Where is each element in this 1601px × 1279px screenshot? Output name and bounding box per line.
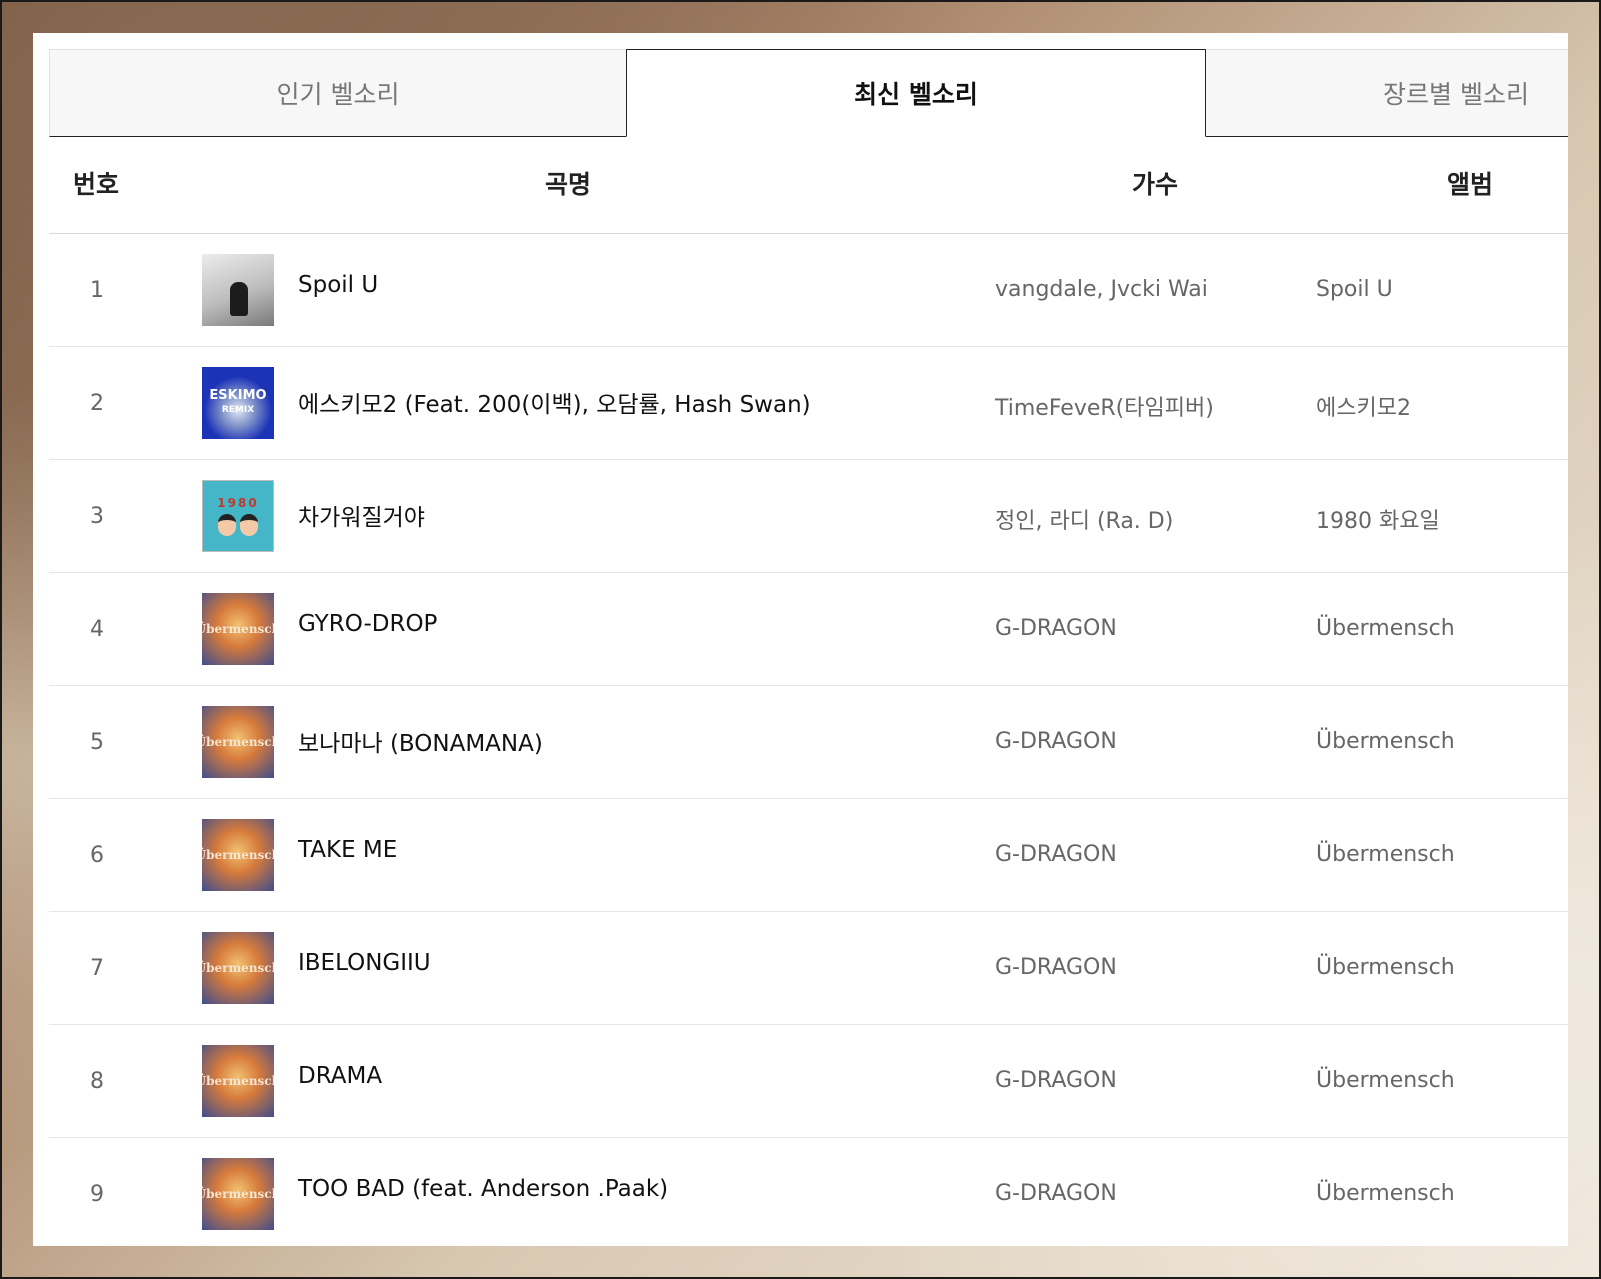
album-cover-text: Übermensch [202,1074,274,1088]
tab-popular-ringtones[interactable]: 인기 벨소리 [49,49,626,137]
album-cover-thumbnail[interactable]: ESKIMO REMIX [202,367,274,439]
album-link[interactable]: 1980 화요일 [1316,503,1440,535]
album-cover-thumbnail[interactable]: Übermensch [202,932,274,1004]
artist-link[interactable]: vangdale, Jvcki Wai [995,277,1208,302]
artist-link[interactable]: G-DRAGON [995,955,1117,980]
table-row[interactable]: 6 Übermensch TAKE ME G-DRAGON Übermensch [49,799,1568,912]
row-number: 5 [90,730,104,755]
album-cover-text: Übermensch [202,848,274,862]
tab-latest-ringtones[interactable]: 최신 벨소리 [626,49,1206,137]
album-cover-text: Übermensch [202,735,274,749]
table-row[interactable]: 8 Übermensch DRAMA G-DRAGON Übermensch [49,1025,1568,1138]
album-cover-text: Übermensch [202,1187,274,1201]
album-link[interactable]: 에스키모2 [1316,390,1411,422]
album-cover-art [218,514,258,536]
album-link[interactable]: Übermensch [1316,1068,1455,1093]
ringtone-panel: 인기 벨소리 최신 벨소리 장르별 벨소리 번호 곡명 가수 앨범 1 Spoi… [33,33,1568,1246]
row-number: 2 [90,391,104,416]
song-title-link[interactable]: 에스키모2 (Feat. 200(이백), 오담률, Hash Swan) [298,385,811,419]
song-title-link[interactable]: 보나마나 (BONAMANA) [298,724,543,758]
row-number: 6 [90,843,104,868]
song-title-link[interactable]: DRAMA [298,1063,382,1089]
album-cover-thumbnail[interactable]: Übermensch [202,1045,274,1117]
column-header-artist: 가수 [1132,170,1179,199]
table-row[interactable]: 2 ESKIMO REMIX 에스키모2 (Feat. 200(이백), 오담률… [49,347,1568,460]
column-header-title: 곡명 [545,170,592,199]
album-cover-thumbnail[interactable]: Übermensch [202,1158,274,1230]
face-illustration [218,514,236,536]
album-cover-text: REMIX [221,405,255,415]
row-number: 7 [90,956,104,981]
artist-link[interactable]: G-DRAGON [995,616,1117,641]
song-table-body: 1 Spoil U vangdale, Jvcki Wai Spoil U 2 … [49,234,1568,1246]
album-cover-text: Übermensch [202,622,274,636]
album-cover-text: 1980 [217,496,259,510]
artist-link[interactable]: G-DRAGON [995,1181,1117,1206]
album-cover-thumbnail[interactable] [202,254,274,326]
table-header: 번호 곡명 가수 앨범 [49,137,1568,234]
artist-link[interactable]: TimeFeveR(타임피버) [995,390,1214,422]
song-title-link[interactable]: IBELONGIIU [298,950,431,976]
artist-link[interactable]: G-DRAGON [995,729,1117,754]
album-cover-thumbnail[interactable]: Übermensch [202,706,274,778]
song-title-link[interactable]: TAKE ME [298,837,397,863]
table-row[interactable]: 1 Spoil U vangdale, Jvcki Wai Spoil U [49,234,1568,347]
row-number: 8 [90,1069,104,1094]
row-number: 3 [90,504,104,529]
album-cover-thumbnail[interactable]: Übermensch [202,593,274,665]
album-link[interactable]: Übermensch [1316,729,1455,754]
row-number: 4 [90,617,104,642]
album-link[interactable]: Übermensch [1316,955,1455,980]
tab-genre-ringtones[interactable]: 장르별 벨소리 [1206,49,1568,137]
row-number: 9 [90,1182,104,1207]
tab-bar: 인기 벨소리 최신 벨소리 장르별 벨소리 [49,49,1568,137]
artist-link[interactable]: G-DRAGON [995,1068,1117,1093]
album-link[interactable]: Übermensch [1316,616,1455,641]
album-cover-text: Übermensch [202,961,274,975]
table-row[interactable]: 7 Übermensch IBELONGIIU G-DRAGON Übermen… [49,912,1568,1025]
artist-link[interactable]: G-DRAGON [995,842,1117,867]
column-header-number: 번호 [73,170,120,199]
song-title-link[interactable]: 차가워질거야 [298,498,425,532]
album-link[interactable]: Spoil U [1316,277,1393,302]
table-row[interactable]: 4 Übermensch GYRO-DROP G-DRAGON Übermens… [49,573,1568,686]
row-number: 1 [90,278,104,303]
album-link[interactable]: Übermensch [1316,842,1455,867]
column-header-album: 앨범 [1447,170,1494,199]
album-link[interactable]: Übermensch [1316,1181,1455,1206]
face-illustration [240,514,258,536]
table-row[interactable]: 5 Übermensch 보나마나 (BONAMANA) G-DRAGON Üb… [49,686,1568,799]
table-row[interactable]: 3 1980 차가워질거야 정인, 라디 (Ra. D) 1980 화요일 [49,460,1568,573]
song-title-link[interactable]: Spoil U [298,272,378,298]
artist-link[interactable]: 정인, 라디 (Ra. D) [995,503,1173,535]
album-cover-text: ESKIMO [209,388,267,403]
song-title-link[interactable]: TOO BAD (feat. Anderson .Paak) [298,1176,668,1202]
album-cover-thumbnail[interactable]: 1980 [202,480,274,552]
song-title-link[interactable]: GYRO-DROP [298,611,437,637]
album-cover-thumbnail[interactable]: Übermensch [202,819,274,891]
table-row[interactable]: 9 Übermensch TOO BAD (feat. Anderson .Pa… [49,1138,1568,1246]
